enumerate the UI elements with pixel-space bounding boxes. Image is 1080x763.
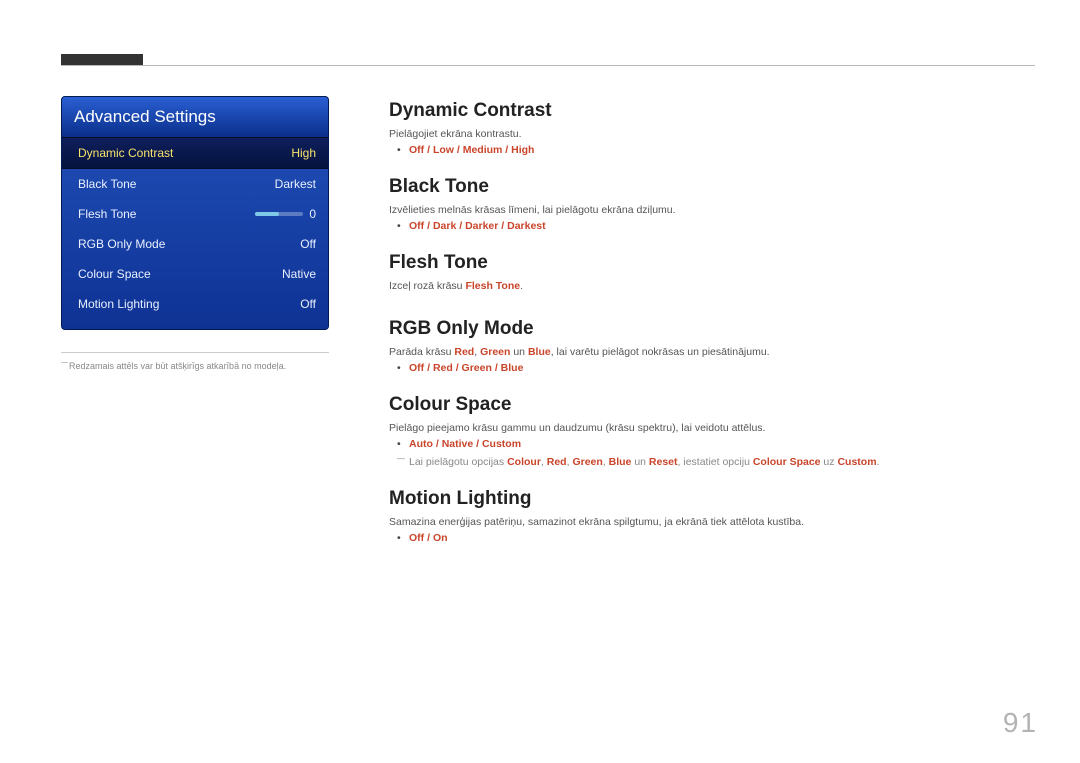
section-title: Black Tone: [389, 176, 1035, 198]
osd-label: Black Tone: [78, 177, 136, 191]
emphasis: Colour: [507, 456, 541, 468]
osd-item-dynamic-contrast[interactable]: Dynamic Contrast High: [62, 137, 328, 169]
section-desc: Parāda krāsu Red, Green un Blue, lai var…: [389, 346, 1035, 358]
osd-title: Advanced Settings: [62, 97, 328, 137]
text: Lai pielāgotu opcijas: [409, 456, 507, 468]
osd-value: High: [291, 146, 316, 160]
option: High: [511, 144, 534, 156]
doc: Dynamic Contrast Pielāgojiet ekrāna kont…: [389, 100, 1035, 564]
text: un: [631, 456, 649, 468]
section-desc: Pielāgo pieejamo krāsu gammu un daudzumu…: [389, 422, 1035, 434]
option: Darker: [465, 220, 498, 232]
option: Blue: [501, 362, 524, 374]
section-title: RGB Only Mode: [389, 318, 1035, 340]
text: un: [510, 346, 528, 358]
option: Off: [409, 532, 424, 544]
text: uz: [821, 456, 838, 468]
section-title: Flesh Tone: [389, 252, 1035, 274]
osd-item-black-tone[interactable]: Black Tone Darkest: [62, 169, 328, 199]
section-desc: Pielāgojiet ekrāna kontrastu.: [389, 128, 1035, 140]
option: Red: [433, 362, 453, 374]
section-motion-lighting: Motion Lighting Samazina enerģijas patēr…: [389, 488, 1035, 544]
osd-value: Off: [300, 237, 316, 251]
option-list: Auto / Native / Custom: [389, 438, 1035, 450]
footnote-rule: [61, 352, 329, 353]
emphasis: Red: [547, 456, 567, 468]
osd-item-flesh-tone[interactable]: Flesh Tone 0: [62, 199, 328, 229]
section-desc: Izvēlieties melnās krāsas līmeni, lai pi…: [389, 204, 1035, 216]
osd-label: Dynamic Contrast: [78, 146, 173, 160]
osd-value: Native: [282, 267, 316, 281]
emphasis: Red: [454, 346, 474, 358]
header-rule: [61, 65, 1035, 66]
emphasis: Flesh Tone: [465, 280, 520, 292]
left-footnote: Redzamais attēls var būt atšķirīgs atkar…: [61, 361, 329, 371]
section-desc: Izceļ rozā krāsu Flesh Tone.: [389, 280, 1035, 292]
osd-label: Motion Lighting: [78, 297, 159, 311]
text: Parāda krāsu: [389, 346, 454, 358]
option: Low: [433, 144, 454, 156]
osd-item-colour-space[interactable]: Colour Space Native: [62, 259, 328, 289]
option: Off: [409, 220, 424, 232]
emphasis: Custom: [837, 456, 876, 468]
section-title: Motion Lighting: [389, 488, 1035, 510]
option: Green: [462, 362, 492, 374]
option: Off: [409, 362, 424, 374]
option: Native: [442, 438, 474, 450]
section-black-tone: Black Tone Izvēlieties melnās krāsas līm…: [389, 176, 1035, 232]
emphasis: Blue: [609, 456, 632, 468]
emphasis: Blue: [528, 346, 551, 358]
option-list: Off / Low / Medium / High: [389, 144, 1035, 156]
option: Darkest: [507, 220, 546, 232]
option-list: Off / Dark / Darker / Darkest: [389, 220, 1035, 232]
osd-panel: Advanced Settings Dynamic Contrast High …: [61, 96, 329, 330]
section-title: Dynamic Contrast: [389, 100, 1035, 122]
page-number: 91: [1003, 707, 1038, 739]
section-dynamic-contrast: Dynamic Contrast Pielāgojiet ekrāna kont…: [389, 100, 1035, 156]
section-desc: Samazina enerģijas patēriņu, samazinot e…: [389, 516, 1035, 528]
text: .: [520, 280, 523, 292]
osd-value: 0: [309, 207, 316, 221]
osd-label: Flesh Tone: [78, 207, 136, 221]
section-flesh-tone: Flesh Tone Izceļ rozā krāsu Flesh Tone.: [389, 252, 1035, 314]
option: Medium: [463, 144, 503, 156]
emphasis: Colour Space: [753, 456, 821, 468]
section-colour-space: Colour Space Pielāgo pieejamo krāsu gamm…: [389, 394, 1035, 468]
option-list: Off / On: [389, 532, 1035, 544]
option: Dark: [433, 220, 456, 232]
text: , iestatiet opciju: [678, 456, 753, 468]
osd-body: Dynamic Contrast High Black Tone Darkest…: [62, 137, 328, 329]
text: , lai varētu pielāgot nokrāsas un piesāt…: [551, 346, 770, 358]
osd-item-rgb-only[interactable]: RGB Only Mode Off: [62, 229, 328, 259]
text: Izceļ rozā krāsu: [389, 280, 465, 292]
section-rgb-only: RGB Only Mode Parāda krāsu Red, Green un…: [389, 318, 1035, 374]
text: .: [877, 456, 880, 468]
left-column: Advanced Settings Dynamic Contrast High …: [61, 96, 329, 564]
section-title: Colour Space: [389, 394, 1035, 416]
slider-fill: [255, 212, 279, 216]
emphasis: Reset: [649, 456, 678, 468]
section-note: Lai pielāgotu opcijas Colour, Red, Green…: [389, 456, 1035, 468]
option: Off: [409, 144, 424, 156]
slider-track[interactable]: [255, 212, 303, 216]
option-list: Off / Red / Green / Blue: [389, 362, 1035, 374]
emphasis: Green: [572, 456, 602, 468]
option: Custom: [482, 438, 521, 450]
option: On: [433, 532, 448, 544]
osd-value: Off: [300, 297, 316, 311]
content: Advanced Settings Dynamic Contrast High …: [61, 96, 1035, 564]
osd-value: Darkest: [275, 177, 316, 191]
option: Auto: [409, 438, 433, 450]
header-tab: [61, 54, 143, 65]
emphasis: Green: [480, 346, 510, 358]
osd-label: RGB Only Mode: [78, 237, 165, 251]
osd-slider: 0: [255, 207, 316, 221]
osd-item-motion-lighting[interactable]: Motion Lighting Off: [62, 289, 328, 319]
osd-label: Colour Space: [78, 267, 151, 281]
